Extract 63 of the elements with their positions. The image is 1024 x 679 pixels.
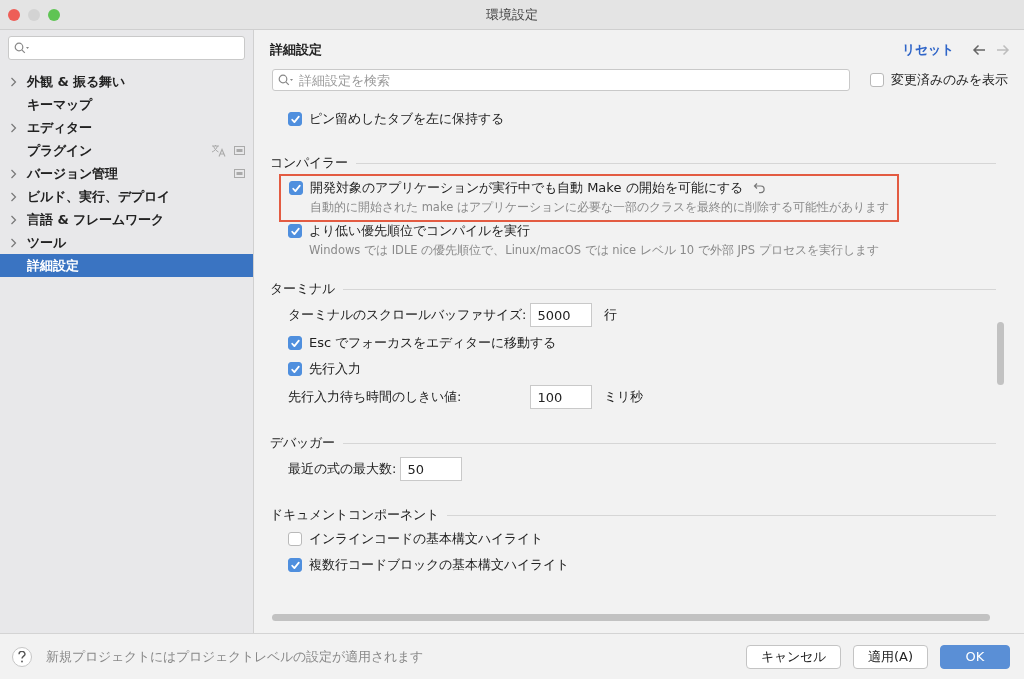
reset-link[interactable]: リセット [902,41,954,59]
chevron-icon[interactable] [10,237,17,248]
checkbox-label: 開発対象のアプリケーションが実行中でも自動 Make の開始を可能にする [310,179,743,197]
section-heading: デバッガー [270,434,335,452]
number-field[interactable]: 5000 [530,303,593,327]
undo-icon[interactable] [752,182,766,194]
checkbox-label: 複数行コードブロックの基本構文ハイライト [309,556,569,574]
footer-hint: 新規プロジェクトにはプロジェクトレベルの設定が適用されます [46,647,424,666]
section-heading: コンパイラー [270,154,348,172]
section-heading: ドキュメントコンポーネント [270,506,439,524]
unit-label: 行 [604,307,618,322]
checkbox[interactable] [288,224,302,238]
scrollbar[interactable] [997,322,1004,385]
sidebar-item[interactable]: バージョン管理 [0,162,253,185]
chevron-icon[interactable] [10,214,17,225]
search-icon [14,42,30,54]
help-button[interactable] [12,646,32,667]
chevron-icon[interactable] [10,168,17,179]
checkbox-label: より低い優先順位でコンパイルを実行 [309,222,530,240]
search-field[interactable] [8,36,245,60]
checkbox[interactable] [288,362,302,376]
section-heading: ターミナル [270,280,335,298]
checkbox-label: 変更済みのみを表示 [891,71,1008,89]
checkbox[interactable] [870,73,884,87]
setting-description: 自動的に開始された make はアプリケーションに必要な一部のクラスを最終的に削除する可能性があります [309,200,889,215]
dialog-button[interactable]: 適用(A) [852,644,928,669]
checkbox-label: ピン留めしたタブを左に保持する [309,110,504,128]
question-icon [18,650,26,663]
checkbox[interactable] [288,112,302,126]
dialog-button[interactable]: キャンセル [745,644,841,669]
checkbox-label: Esc でフォーカスをエディターに移動する [309,334,557,352]
checkbox-label: 先行入力 [309,360,361,378]
close-button[interactable] [8,8,20,21]
search-field[interactable]: 詳細設定を検索 [272,69,850,91]
sidebar-item[interactable]: プラグイン [0,139,253,162]
field-label: 最近の式の最大数: [288,460,397,478]
checkbox[interactable] [288,532,302,546]
forward-arrow-icon[interactable] [996,44,1010,56]
sidebar-item[interactable]: 外観 & 振る舞い [0,70,253,93]
field-label: ターミナルのスクロールバッファサイズ: [288,306,527,324]
chevron-icon[interactable] [10,122,17,133]
sidebar-item[interactable]: ビルド、実行、デプロイ [0,185,253,208]
unit-label: ミリ秒 [604,389,644,404]
sidebar-item[interactable]: エディター [0,116,253,139]
chevron-icon[interactable] [10,76,17,87]
chevron-icon[interactable] [10,191,17,202]
checkbox[interactable] [288,558,302,572]
sidebar-item[interactable]: 言語 & フレームワーク [0,208,253,231]
window-title: 環境設定 [486,6,538,22]
sidebar-item[interactable]: キーマップ [0,93,253,116]
zoom-button[interactable] [48,8,60,21]
checkbox[interactable] [288,336,302,350]
setting-description: Windows では IDLE の優先順位で、Linux/macOS では nice レベル 10 で外部 JPS プロセスを実行します [308,243,880,258]
number-field[interactable]: 100 [530,385,593,409]
scrollbar[interactable] [272,614,990,621]
checkbox[interactable] [289,181,303,195]
sidebar-item[interactable]: 詳細設定 [0,254,253,277]
back-arrow-icon[interactable] [972,44,986,56]
panel-title: 詳細設定 [270,41,323,59]
sidebar-item[interactable]: ツール [0,231,253,254]
field-label: 先行入力待ち時間のしきい値: [288,388,463,406]
checkbox-label: インラインコードの基本構文ハイライト [309,530,543,548]
number-field[interactable]: 50 [400,457,463,481]
